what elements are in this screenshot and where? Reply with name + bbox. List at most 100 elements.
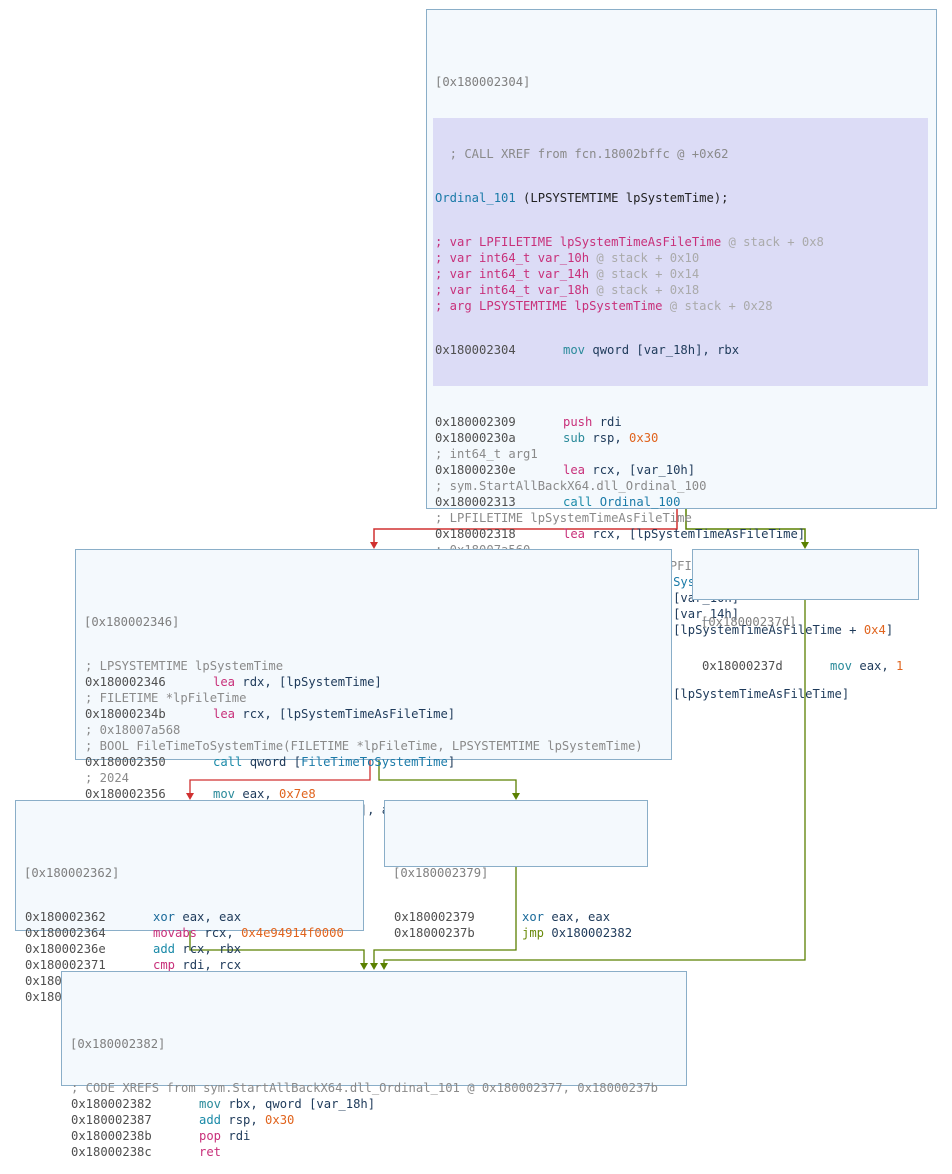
- operands: rcx, [lpSystemTimeAsFileTime]: [585, 527, 806, 541]
- mnemonic: push: [563, 415, 593, 429]
- asm-line[interactable]: 0x18000238b pop rdi: [69, 1128, 686, 1144]
- operands: eax, eax: [175, 910, 242, 924]
- basic-block-180002362[interactable]: [0x180002362] 0x180002362 xor eax, eax 0x1…: [15, 800, 364, 1004]
- operands: rcx, [var_10h]: [585, 463, 696, 477]
- operands: eax,: [852, 659, 897, 673]
- asm-line[interactable]: 0x18000237d mov eax, 1: [700, 658, 918, 674]
- mnemonic: add: [199, 1113, 222, 1127]
- var-declaration: ; var int64_t var_10h @ stack + 0x10: [433, 250, 928, 266]
- var-keyword: ; var: [435, 283, 480, 297]
- comment-text: ; BOOL FileTimeToSystemTime(FILETIME *lp…: [85, 739, 643, 753]
- asm-line[interactable]: 0x180002387 add rsp, 0x30: [69, 1112, 686, 1128]
- asm-line[interactable]: 0x18000230a sub rsp, 0x30: [433, 430, 936, 446]
- function-name[interactable]: Ordinal_101: [435, 191, 516, 205]
- block-header: [0x180002304]: [435, 75, 531, 89]
- block-header: [0x18000237d]: [701, 615, 797, 629]
- block-header: [0x180002382]: [70, 1037, 166, 1051]
- var-declaration: ; var int64_t var_14h @ stack + 0x14: [433, 266, 928, 282]
- asm-line[interactable]: 0x180002362 xor eax, eax: [23, 909, 363, 925]
- immediate-value: 0x30: [629, 431, 659, 445]
- asm-line[interactable]: 0x18000236e add rcx, rbx: [23, 941, 363, 957]
- instruction-address: 0x180002382: [71, 1097, 152, 1111]
- instruction-address: 0x180002346: [85, 675, 166, 689]
- asm-comment: ; int64_t arg1: [433, 446, 936, 462]
- operands: rbx, qword [var_18h]: [221, 1097, 376, 1111]
- called-symbol[interactable]: FileTimeToSystemTime: [301, 755, 448, 769]
- asm-comment: ; 0x18007a568: [83, 722, 671, 738]
- asm-comment: ; sym.StartAllBackX64.dll_Ordinal_100: [433, 478, 936, 494]
- asm-line[interactable]: 0x180002309 push rdi: [433, 414, 936, 430]
- operands: eax,: [235, 787, 280, 801]
- mnemonic: lea: [563, 527, 586, 541]
- asm-line[interactable]: 0x18000234b lea rcx, [lpSystemTimeAsFileT…: [83, 706, 671, 722]
- basic-block-180002379[interactable]: [0x180002379] 0x180002379 xor eax, eax 0x1…: [384, 800, 648, 940]
- instruction-address: 0x180002362: [25, 910, 106, 924]
- asm-line[interactable]: 0x180002379 xor eax, eax: [392, 909, 647, 925]
- operands: 0x180002382: [544, 926, 633, 940]
- instruction-address: 0x18000230a: [435, 431, 516, 445]
- basic-block-18000237d[interactable]: [0x18000237d] 0x18000237d mov eax, 1: [692, 549, 919, 673]
- var-type-name: int64_t var_10h: [479, 251, 590, 265]
- var-keyword: ; arg: [435, 299, 480, 313]
- asm-comment: ; FILETIME *lpFileTime: [83, 690, 671, 706]
- mnemonic: xor: [153, 910, 176, 924]
- mnemonic: lea: [213, 707, 236, 721]
- block-header: [0x180002379]: [393, 866, 489, 880]
- xref-comment: ; CALL XREF from fcn.18002bffc @ +0x62: [435, 147, 729, 161]
- instruction-address: 0x18000234b: [85, 707, 166, 721]
- asm-comment: ; 2024: [83, 770, 671, 786]
- instruction-address: 0x18000236e: [25, 942, 106, 956]
- operands: rcx, [lpSystemTimeAsFileTime]: [235, 707, 456, 721]
- var-stack-location: @ stack + 0x10: [589, 251, 700, 265]
- var-type-name: LPSYSTEMTIME lpSystemTime: [479, 299, 663, 313]
- comment-text: ; sym.StartAllBackX64.dll_Ordinal_100: [435, 479, 707, 493]
- asm-comment: ; BOOL FileTimeToSystemTime(FILETIME *lp…: [83, 738, 671, 754]
- comment-text: ; CODE XREFS from sym.StartAllBackX64.dl…: [71, 1081, 658, 1095]
- var-type-name: LPFILETIME lpSystemTimeAsFileTime: [479, 235, 722, 249]
- mnemonic: mov: [213, 787, 236, 801]
- basic-block-180002346[interactable]: [0x180002346] ; LPSYSTEMTIME lpSystemTim…: [75, 549, 672, 833]
- mnemonic: mov: [830, 659, 853, 673]
- asm-line[interactable]: 0x180002304 mov qword [var_18h], rbx: [433, 342, 928, 358]
- var-stack-location: @ stack + 0x14: [589, 267, 700, 281]
- var-keyword: ; var: [435, 235, 480, 249]
- mnemonic: add: [153, 942, 176, 956]
- asm-line[interactable]: 0x180002364 movabs rcx, 0x4e94914f0000: [23, 925, 363, 941]
- asm-line[interactable]: 0x180002350 call qword [FileTimeToSystemT…: [83, 754, 671, 770]
- instruction-address: 0x180002309: [435, 415, 516, 429]
- immediate-value: 0x4e94914f0000: [241, 926, 344, 940]
- var-declaration: ; arg LPSYSTEMTIME lpSystemTime @ stack …: [433, 298, 928, 314]
- operands: qword [: [242, 755, 302, 769]
- comment-text: ; 0x18007a568: [85, 723, 181, 737]
- basic-block-180002304[interactable]: [0x180002304] ; CALL XREF from fcn.18002…: [426, 9, 937, 749]
- operands: rsp,: [585, 431, 630, 445]
- asm-line[interactable]: 0x180002318 lea rcx, [lpSystemTimeAsFileT…: [433, 526, 936, 542]
- basic-block-180002382[interactable]: [0x180002382] ; CODE XREFS from sym.Star…: [61, 971, 687, 1159]
- mnemonic: movabs: [153, 926, 198, 940]
- function-prologue-highlight: ; CALL XREF from fcn.18002bffc @ +0x62 O…: [433, 118, 928, 386]
- instruction-address: 0x180002318: [435, 527, 516, 541]
- function-signature: Ordinal_101 (LPSYSTEMTIME lpSystemTime);: [435, 191, 729, 205]
- asm-line[interactable]: 0x180002313 call Ordinal_100: [433, 494, 936, 510]
- operands: rdx, [lpSystemTime]: [235, 675, 382, 689]
- mnemonic: call: [213, 755, 243, 769]
- asm-line[interactable]: 0x180002382 mov rbx, qword [var_18h]: [69, 1096, 686, 1112]
- instruction-address: 0x180002350: [85, 755, 166, 769]
- block-header: [0x180002346]: [84, 615, 180, 629]
- called-symbol[interactable]: Ordinal_100: [600, 495, 681, 509]
- operands: rsp,: [221, 1113, 266, 1127]
- asm-line[interactable]: 0x18000238c ret: [69, 1144, 686, 1160]
- instruction-address: 0x180002379: [394, 910, 475, 924]
- var-keyword: ; var: [435, 251, 480, 265]
- var-type-name: int64_t var_18h: [479, 283, 590, 297]
- asm-line[interactable]: 0x18000230e lea rcx, [var_10h]: [433, 462, 936, 478]
- var-declaration: ; var LPFILETIME lpSystemTimeAsFileTime …: [433, 234, 928, 250]
- mnemonic: jmp: [522, 926, 545, 940]
- asm-line[interactable]: 0x18000237b jmp 0x180002382: [392, 925, 647, 941]
- var-type-name: int64_t var_14h: [479, 267, 590, 281]
- asm-line[interactable]: 0x180002346 lea rdx, [lpSystemTime]: [83, 674, 671, 690]
- mnemonic: ret: [199, 1145, 222, 1159]
- operands: rcx,: [197, 926, 242, 940]
- asm-comment: ; LPSYSTEMTIME lpSystemTime: [83, 658, 671, 674]
- comment-text: ; FILETIME *lpFileTime: [85, 691, 247, 705]
